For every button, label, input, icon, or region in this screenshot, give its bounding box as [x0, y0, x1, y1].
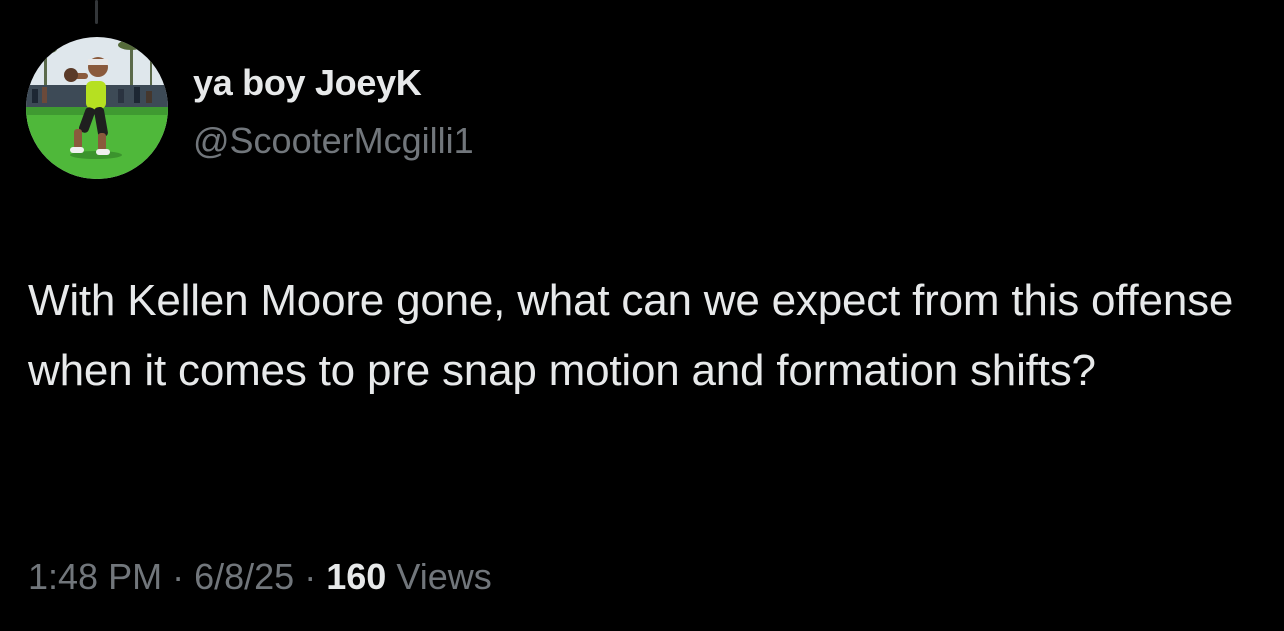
tweet-text: With Kellen Moore gone, what can we expe…: [28, 276, 1234, 395]
meta-separator: ·: [304, 556, 317, 597]
tweet-date[interactable]: 6/8/25: [194, 556, 294, 597]
meta-separator: ·: [172, 556, 185, 597]
avatar[interactable]: [26, 37, 168, 179]
tweet-time[interactable]: 1:48 PM: [28, 556, 162, 597]
tweet-meta: 1:48 PM · 6/8/25 · 160 Views: [28, 556, 492, 598]
author-handle[interactable]: @ScooterMcgilli1: [193, 120, 474, 162]
author-display-name[interactable]: ya boy JoeyK: [193, 62, 422, 104]
avatar-photo: [26, 37, 168, 179]
views-count[interactable]: 160: [326, 556, 386, 597]
thread-connector-line: [95, 0, 98, 24]
views-label[interactable]: Views: [396, 556, 491, 597]
